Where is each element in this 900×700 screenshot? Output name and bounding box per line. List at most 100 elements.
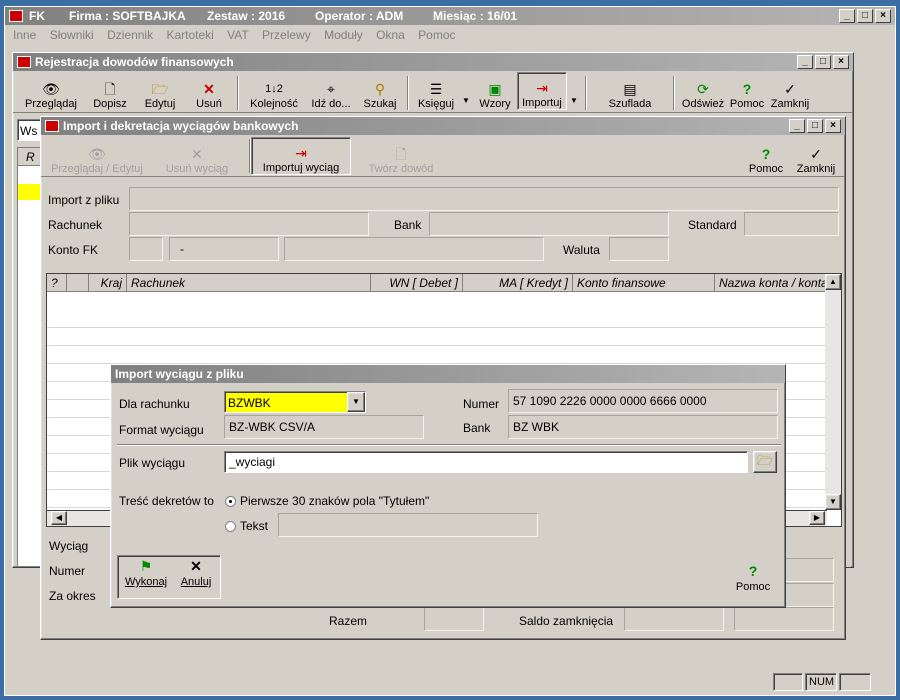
waluta-label: Waluta xyxy=(563,243,600,257)
title-zestaw: Zestaw : 2016 xyxy=(207,9,286,23)
new-document-icon: 🗋 xyxy=(395,146,407,162)
tekst-field[interactable] xyxy=(278,513,538,537)
import-dialog: Import wyciągu z pliku Dla rachunku BZWB… xyxy=(110,364,786,608)
zamknij-button[interactable]: ✓ Zamknij xyxy=(767,72,813,110)
maximize-button[interactable]: □ xyxy=(857,9,873,23)
toolbar-separator xyxy=(407,76,409,110)
przegladaj-edytuj-button[interactable]: 👁 Przeglądaj / Edytuj xyxy=(47,137,147,175)
dialog-pomoc-button[interactable]: ? Pomoc xyxy=(731,563,775,601)
menu-inne[interactable]: Inne xyxy=(13,28,36,42)
radio-unchecked-icon xyxy=(225,520,236,532)
ksieguj-dropdown[interactable]: ▼ xyxy=(459,72,473,110)
edytuj-label: Edytuj xyxy=(144,98,176,110)
idz-do-label: Idź do... xyxy=(311,98,351,110)
dopisz-label: Dopisz xyxy=(93,98,127,110)
registration-minimize-button[interactable]: _ xyxy=(797,55,813,69)
anuluj-label: Anuluj xyxy=(180,576,212,588)
col-ma[interactable]: MA [ Kredyt ] xyxy=(463,274,573,292)
menu-vat[interactable]: VAT xyxy=(227,28,249,42)
menu-przelewy[interactable]: Przelewy xyxy=(262,28,311,42)
tworz-dowod-button[interactable]: 🗋 Twórz dowód xyxy=(359,137,443,175)
numer-dialog-field: 57 1090 2226 0000 0000 6666 0000 xyxy=(508,389,778,413)
import-title: Import i dekretacja wyciągów bankowych xyxy=(63,119,299,133)
import-minimize-button[interactable]: _ xyxy=(789,119,805,133)
menu-kartoteki[interactable]: Kartoteki xyxy=(166,28,213,42)
green-flag-icon: ⚑ xyxy=(139,558,153,574)
help-icon: ? xyxy=(742,81,752,97)
import-pomoc-button[interactable]: ? Pomoc xyxy=(745,137,787,175)
import-close-button[interactable]: × xyxy=(825,119,841,133)
ksieguj-button[interactable]: ☰ Księguj xyxy=(413,72,459,110)
bank-dialog-field: BZ WBK xyxy=(508,415,778,439)
przegladaj-button[interactable]: 👁 Przeglądaj xyxy=(17,72,85,110)
dopisz-button[interactable]: 🗋 Dopisz xyxy=(85,72,135,110)
import-pomoc-label: Pomoc xyxy=(748,163,784,175)
toolbar-separator xyxy=(673,76,675,110)
grid-row[interactable] xyxy=(47,346,841,364)
registration-close-button[interactable]: × xyxy=(833,55,849,69)
przegladaj-label: Przeglądaj xyxy=(25,98,77,110)
menu-bar: Inne Słowniki Dziennik Kartoteki VAT Prz… xyxy=(5,25,895,45)
ksieguj-label: Księguj xyxy=(417,98,455,110)
za-okres-label: Za okres xyxy=(49,589,96,603)
import-zamknij-button[interactable]: ✓ Zamknij xyxy=(793,137,839,175)
edytuj-button[interactable]: 🗁 Edytuj xyxy=(135,72,185,110)
dialog-title-bar: Import wyciągu z pliku xyxy=(111,365,785,383)
dla-rachunku-select[interactable]: BZWBK ▼ xyxy=(224,391,366,413)
dropdown-arrow-icon[interactable]: ▼ xyxy=(347,392,365,412)
eye-icon: 👁 xyxy=(88,146,106,162)
kolejnosc-button[interactable]: 1↓2 Kolejność xyxy=(243,72,305,110)
wzory-button[interactable]: ▣ Wzory xyxy=(473,72,517,110)
scroll-right-button[interactable]: ▶ xyxy=(809,511,825,525)
help-icon: ? xyxy=(761,146,771,162)
delete-icon: ✕ xyxy=(191,146,203,162)
razem-field xyxy=(424,607,484,631)
usun-button[interactable]: ✕ Usuń xyxy=(185,72,233,110)
menu-slowniki[interactable]: Słowniki xyxy=(50,28,94,42)
col-wn[interactable]: WN [ Debet ] xyxy=(371,274,463,292)
col-konto-finansowe[interactable]: Konto finansowe xyxy=(573,274,715,292)
col-empty[interactable] xyxy=(67,274,89,292)
option-tekst-radio[interactable]: Tekst xyxy=(225,519,268,533)
menu-okna[interactable]: Okna xyxy=(376,28,405,42)
szuflada-button[interactable]: ▤ Szuflada xyxy=(591,72,669,110)
registration-maximize-button[interactable]: □ xyxy=(815,55,831,69)
dla-rachunku-label: Dla rachunku xyxy=(119,397,190,411)
close-button[interactable]: × xyxy=(875,9,891,23)
idz-do-button[interactable]: ⌖ Idź do... xyxy=(305,72,357,110)
scroll-up-button[interactable]: ▲ xyxy=(825,274,841,290)
wyciag-label: Wyciąg xyxy=(49,539,89,553)
template-icon: ▣ xyxy=(488,81,502,97)
scroll-left-button[interactable]: ◀ xyxy=(51,511,67,525)
menu-pomoc[interactable]: Pomoc xyxy=(418,28,455,42)
grid-row[interactable] xyxy=(47,310,841,328)
option-pierwsze-30-radio[interactable]: Pierwsze 30 znaków pola "Tytułem" xyxy=(225,494,429,508)
col-rachunek[interactable]: Rachunek xyxy=(127,274,371,292)
registration-toolbar: 👁 Przeglądaj 🗋 Dopisz 🗁 Edytuj ✕ Usuń 1↓2 Kol… xyxy=(13,71,853,113)
app-icon xyxy=(9,10,23,22)
importuj-dropdown[interactable]: ▼ xyxy=(567,72,581,110)
importuj-wyciag-button[interactable]: ⇥ Importuj wyciąg xyxy=(251,137,351,175)
import-maximize-button[interactable]: □ xyxy=(807,119,823,133)
anuluj-button[interactable]: ✕ Anuluj xyxy=(174,558,218,596)
usun-wyciag-button[interactable]: ✕ Usuń wyciąg xyxy=(157,137,237,175)
minimize-button[interactable]: _ xyxy=(839,9,855,23)
odswiez-button[interactable]: ⟳ Odśwież xyxy=(679,72,727,110)
grid-row[interactable] xyxy=(47,328,841,346)
saldo-zamkniecia-label: Saldo zamknięcia xyxy=(519,614,614,628)
col-nazwa-konta[interactable]: Nazwa konta / konta xyxy=(715,274,827,292)
main-title-bar: FK Firma : SOFTBAJKA Zestaw : 2016 Opera… xyxy=(5,7,895,25)
vertical-scrollbar[interactable]: ▲ ▼ xyxy=(825,274,841,510)
browse-folder-button[interactable]: 🗁 xyxy=(753,451,777,473)
importuj-button[interactable]: ⇥ Importuj xyxy=(517,72,567,110)
num-indicator: NUM xyxy=(805,673,837,691)
scroll-down-button[interactable]: ▼ xyxy=(825,494,841,510)
menu-dziennik[interactable]: Dziennik xyxy=(107,28,153,42)
col-question[interactable]: ? xyxy=(47,274,67,292)
col-kraj[interactable]: Kraj xyxy=(89,274,127,292)
pomoc-button[interactable]: ? Pomoc xyxy=(727,72,767,110)
menu-moduly[interactable]: Moduły xyxy=(324,28,363,42)
wykonaj-button[interactable]: ⚑ Wykonaj xyxy=(122,558,170,596)
szukaj-button[interactable]: ⚲ Szukaj xyxy=(357,72,403,110)
plik-wyciagu-input[interactable]: _wyciagi xyxy=(224,451,748,473)
